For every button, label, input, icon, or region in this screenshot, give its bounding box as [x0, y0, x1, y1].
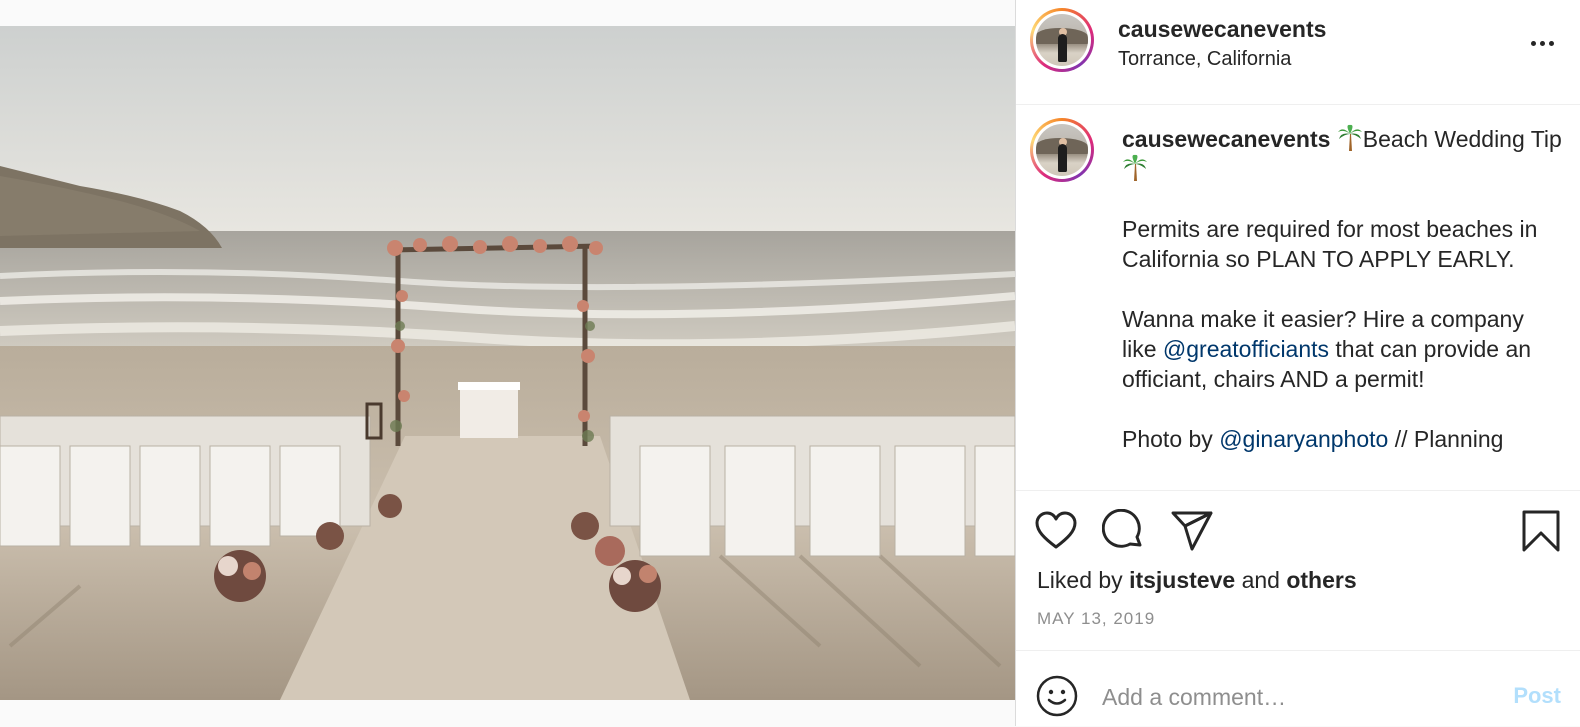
- post-media-area: [0, 0, 1015, 726]
- caption-area: causewecanevents Beach Wedding Tip Permi…: [1016, 104, 1580, 490]
- paper-plane-icon[interactable]: [1170, 509, 1214, 553]
- heart-icon[interactable]: [1034, 509, 1078, 553]
- post-date[interactable]: MAY 13, 2019: [1037, 609, 1155, 629]
- caption-paragraph-credits: Photo by @ginaryanphoto // Planning: [1122, 424, 1562, 454]
- beach-wedding-photo: [0, 26, 1015, 700]
- comment-icon[interactable]: [1102, 509, 1146, 553]
- palm-tree-emoji-icon: [1337, 124, 1362, 151]
- post-comment-button[interactable]: Post: [1513, 683, 1561, 709]
- caption-title-part1: Beach: [1362, 126, 1429, 152]
- comment-bar: Post: [1016, 650, 1580, 727]
- likes-others-link[interactable]: others: [1286, 567, 1356, 593]
- likes-prefix: Liked by: [1037, 567, 1123, 593]
- liker-username[interactable]: itsjusteve: [1129, 567, 1235, 593]
- caption-paragraph-hire: Wanna make it easier? Hire a company lik…: [1122, 304, 1562, 394]
- likes-conjunction: and: [1241, 567, 1280, 593]
- palm-tree-emoji-icon: [1123, 154, 1147, 181]
- author-username[interactable]: causewecanevents: [1118, 16, 1326, 43]
- mention-link-ginaryanphoto[interactable]: @ginaryanphoto: [1219, 426, 1388, 452]
- caption-text: causewecanevents Beach Wedding Tip Permi…: [1122, 124, 1562, 484]
- caption-credit-text-end: // Planning: [1394, 426, 1504, 452]
- author-avatar[interactable]: [1030, 8, 1094, 72]
- bookmark-icon[interactable]: [1519, 509, 1563, 553]
- comment-input[interactable]: [1102, 681, 1482, 713]
- more-options-button[interactable]: [1525, 26, 1559, 60]
- caption-author-avatar[interactable]: [1030, 118, 1094, 182]
- caption-paragraph-permits: Permits are required for most beaches in…: [1122, 216, 1538, 272]
- post-side-panel: causewecanevents Torrance, California ca…: [1015, 0, 1580, 726]
- more-icon: [1529, 40, 1556, 46]
- caption-title-part2: Wedding Tip: [1434, 126, 1562, 152]
- post-header: causewecanevents Torrance, California: [1016, 0, 1580, 105]
- caption-username[interactable]: causewecanevents: [1122, 126, 1330, 152]
- mention-link-greatofficiants[interactable]: @greatofficiants: [1163, 336, 1329, 362]
- post-actions: Liked by itsjusteve and others MAY 13, 2…: [1016, 490, 1580, 651]
- likes-summary: Liked by itsjusteve and others: [1037, 567, 1357, 594]
- post-photo[interactable]: [0, 26, 1015, 700]
- smiley-icon[interactable]: [1036, 675, 1078, 717]
- post-location[interactable]: Torrance, California: [1118, 48, 1291, 71]
- caption-credit-text: Photo by: [1122, 426, 1213, 452]
